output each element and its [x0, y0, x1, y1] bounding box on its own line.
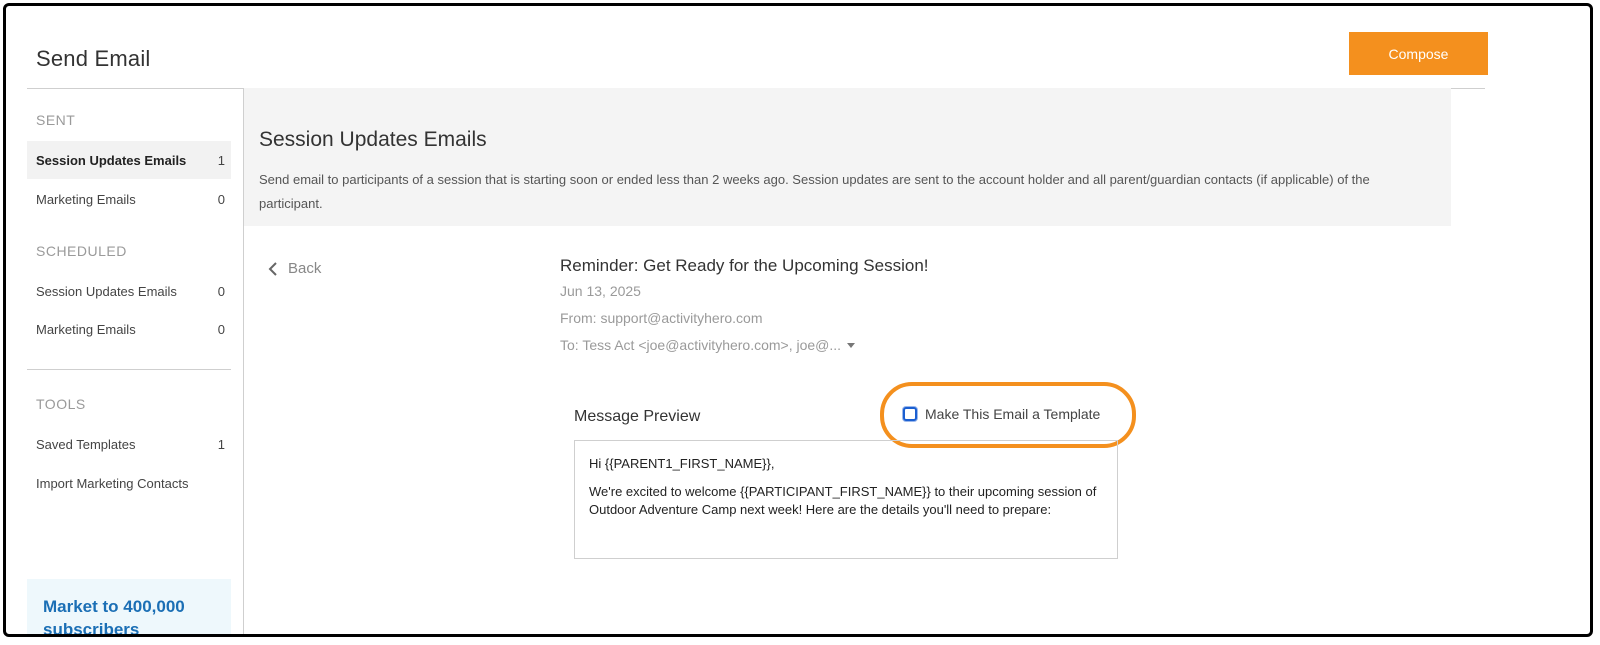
- checkbox-icon[interactable]: [903, 407, 917, 421]
- sidebar-item-label: Session Updates Emails: [36, 152, 187, 168]
- sidebar-item-label: Marketing Emails: [36, 191, 136, 207]
- compose-button[interactable]: Compose: [1349, 32, 1488, 75]
- preview-camp-name: Outdoor Adventure Camp: [589, 502, 737, 517]
- email-subject: Reminder: Get Ready for the Upcoming Ses…: [560, 256, 929, 275]
- sidebar-item-scheduled-session-updates[interactable]: Session Updates Emails 0: [27, 272, 231, 310]
- sidebar-item-label: Session Updates Emails: [36, 283, 177, 299]
- main-content: Session Updates Emails Send email to par…: [244, 88, 1451, 634]
- preview-body-text: to their upcoming session of: [930, 484, 1097, 499]
- email-from: From: support@activityhero.com: [560, 310, 763, 326]
- sidebar-item-saved-templates[interactable]: Saved Templates 1: [27, 425, 231, 463]
- sidebar-item-count: 0: [217, 191, 225, 207]
- sidebar-item-label: Saved Templates: [36, 436, 136, 452]
- message-preview-label: Message Preview: [574, 408, 701, 425]
- preview-token: {{PARTICIPANT_FIRST_NAME}}: [740, 484, 931, 499]
- section-title: Session Updates Emails: [259, 128, 487, 151]
- preview-body-text: We're excited to welcome: [589, 484, 741, 499]
- make-template-checkbox[interactable]: Make This Email a Template: [903, 406, 1100, 422]
- sidebar-divider: [27, 369, 231, 370]
- caret-down-icon: [847, 342, 856, 348]
- page-header: Send Email Compose: [27, 6, 1488, 89]
- sidebar-item-sent-marketing[interactable]: Marketing Emails 0: [27, 180, 231, 218]
- chevron-left-icon: [268, 261, 277, 276]
- sidebar-item-count: 1: [217, 436, 225, 452]
- sidebar-item-label: Import Marketing Contacts: [36, 475, 189, 491]
- sidebar-item-import-marketing-contacts[interactable]: Import Marketing Contacts: [27, 464, 231, 502]
- email-recipients-toggle[interactable]: To: Tess Act <joe@activityhero.com>, joe…: [560, 337, 856, 353]
- sidebar-section-sent: SENT: [36, 112, 76, 128]
- sidebar-item-scheduled-marketing[interactable]: Marketing Emails 0: [27, 310, 231, 348]
- promo-banner[interactable]: Market to 400,000 subscribers: [27, 579, 231, 634]
- sidebar-section-tools: TOOLS: [36, 396, 86, 412]
- sidebar: SENT Session Updates Emails 1 Marketing …: [27, 88, 244, 634]
- message-preview-box: Hi {{PARENT1_FIRST_NAME}}, We're excited…: [574, 440, 1118, 559]
- sidebar-item-label: Marketing Emails: [36, 321, 136, 337]
- info-banner: Session Updates Emails Send email to par…: [244, 88, 1451, 226]
- preview-body-text: next week! Here are the details you'll n…: [736, 502, 1052, 517]
- app-window: Send Email Compose SENT Session Updates …: [3, 3, 1593, 637]
- make-template-label: Make This Email a Template: [925, 406, 1101, 422]
- back-label: Back: [288, 260, 322, 277]
- sidebar-section-scheduled: SCHEDULED: [36, 243, 127, 259]
- email-to: To: Tess Act <joe@activityhero.com>, joe…: [560, 337, 842, 353]
- sidebar-item-count: 0: [217, 283, 225, 299]
- page-title: Send Email: [36, 46, 151, 71]
- sidebar-item-count: 1: [217, 152, 225, 168]
- sidebar-item-sent-session-updates[interactable]: Session Updates Emails 1: [27, 141, 231, 179]
- preview-greeting: Hi {{PARENT1_FIRST_NAME}},: [589, 456, 775, 471]
- preview-body: We're excited to welcome {{PARTICIPANT_F…: [589, 483, 1103, 519]
- sidebar-item-count: 0: [217, 321, 225, 337]
- section-description: Send email to participants of a session …: [259, 172, 1370, 211]
- promo-text[interactable]: Market to 400,000 subscribers: [43, 595, 213, 634]
- back-link[interactable]: Back: [268, 260, 321, 277]
- email-date: Jun 13, 2025: [560, 283, 641, 299]
